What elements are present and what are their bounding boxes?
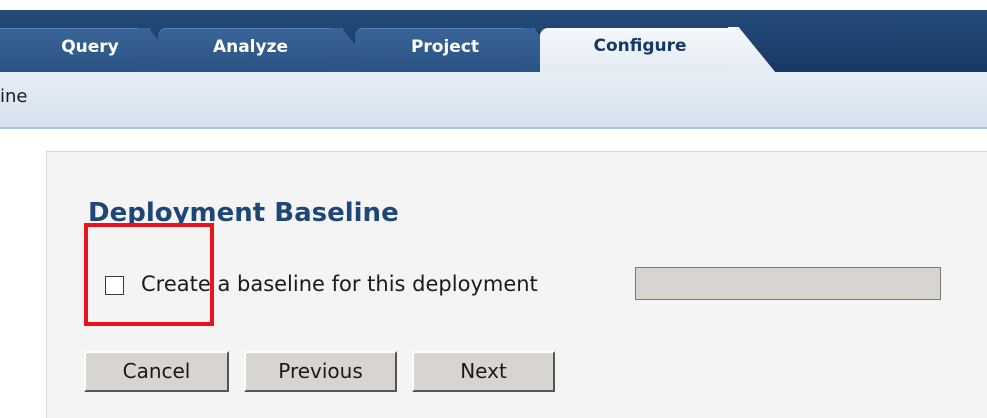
tab-query[interactable]: Query bbox=[0, 28, 186, 72]
create-baseline-checkbox[interactable] bbox=[105, 276, 124, 295]
create-baseline-label[interactable]: Create a baseline for this deployment bbox=[141, 272, 538, 296]
tab-project-label: Project bbox=[410, 37, 480, 57]
cancel-button[interactable]: Cancel bbox=[84, 351, 229, 392]
tab-analyze[interactable]: Analyze bbox=[158, 28, 379, 72]
page-title: Deployment Baseline bbox=[88, 198, 399, 228]
sub-navigation-bar: ine bbox=[0, 72, 987, 129]
tab-bar: Query Analyze Project Configure bbox=[0, 10, 987, 72]
tab-configure-label: Configure bbox=[593, 36, 687, 56]
baseline-name-field[interactable] bbox=[635, 267, 941, 300]
tab-analyze-label: Analyze bbox=[212, 37, 289, 57]
tab-configure[interactable]: Configure bbox=[540, 27, 776, 72]
next-button[interactable]: Next bbox=[412, 351, 555, 392]
tab-project[interactable]: Project bbox=[355, 28, 571, 72]
previous-button[interactable]: Previous bbox=[244, 351, 397, 392]
breadcrumb: ine bbox=[0, 86, 28, 107]
tab-query-label: Query bbox=[61, 37, 119, 57]
